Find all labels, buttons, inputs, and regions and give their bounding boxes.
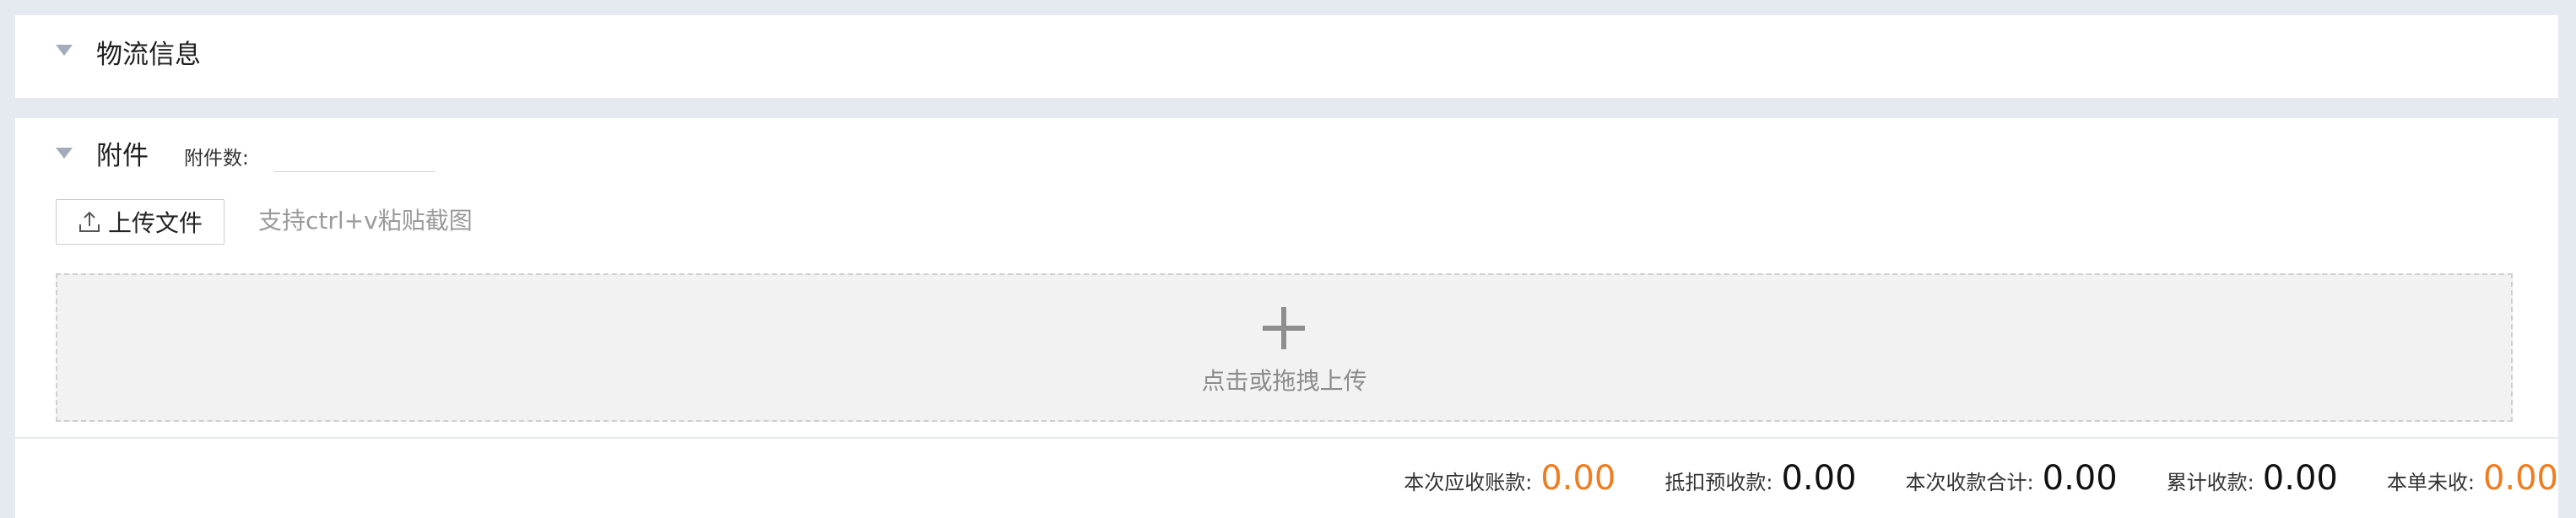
upload-file-button-label: 上传文件 (107, 209, 203, 237)
upload-icon (78, 210, 101, 234)
total-prepayment-deduction: 抵扣预收款: 0.00 (1664, 459, 1856, 498)
total-receivable: 本次应收账款: 0.00 (1404, 459, 1615, 498)
attachment-count-label: 附件数: (184, 148, 249, 170)
total-value: 0.00 (2042, 459, 2118, 498)
total-collected-this-time: 本次收款合计: 0.00 (1906, 459, 2118, 498)
upload-file-button[interactable]: 上传文件 (56, 199, 225, 245)
logistics-panel: 物流信息 (15, 15, 2558, 98)
total-outstanding: 本单未收: 0.00 (2387, 459, 2558, 498)
total-label: 累计收款: (2166, 471, 2254, 494)
total-label: 本次收款合计: (1905, 471, 2034, 494)
total-label: 本单未收: (2386, 471, 2475, 494)
totals-bar: 本次应收账款: 0.00 抵扣预收款: 0.00 本次收款合计: 0.00 累计… (1404, 439, 2558, 518)
attachments-panel: 附件 附件数: 上传文件 支持ctrl+v粘贴截图 点击或拖拽上传 本次应收账款… (15, 118, 2558, 518)
total-value: 0.00 (2482, 459, 2558, 498)
caret-down-icon[interactable] (56, 45, 73, 56)
total-value: 0.00 (2262, 459, 2338, 498)
total-value: 0.00 (1781, 459, 1857, 498)
plus-icon (1261, 305, 1307, 351)
logistics-title[interactable]: 物流信息 (96, 42, 201, 68)
paste-hint: 支持ctrl+v粘贴截图 (258, 207, 473, 235)
total-label: 本次应收账款: (1404, 471, 1533, 494)
attachment-count-input[interactable] (273, 140, 436, 172)
total-value: 0.00 (1540, 459, 1616, 498)
upload-dropzone[interactable]: 点击或拖拽上传 (56, 273, 2513, 422)
total-accumulated: 累计收款: 0.00 (2167, 459, 2338, 498)
dropzone-text: 点击或拖拽上传 (1201, 367, 1367, 395)
attachments-title[interactable]: 附件 (96, 143, 149, 170)
total-label: 抵扣预收款: (1664, 471, 1773, 494)
caret-down-icon[interactable] (56, 148, 73, 159)
